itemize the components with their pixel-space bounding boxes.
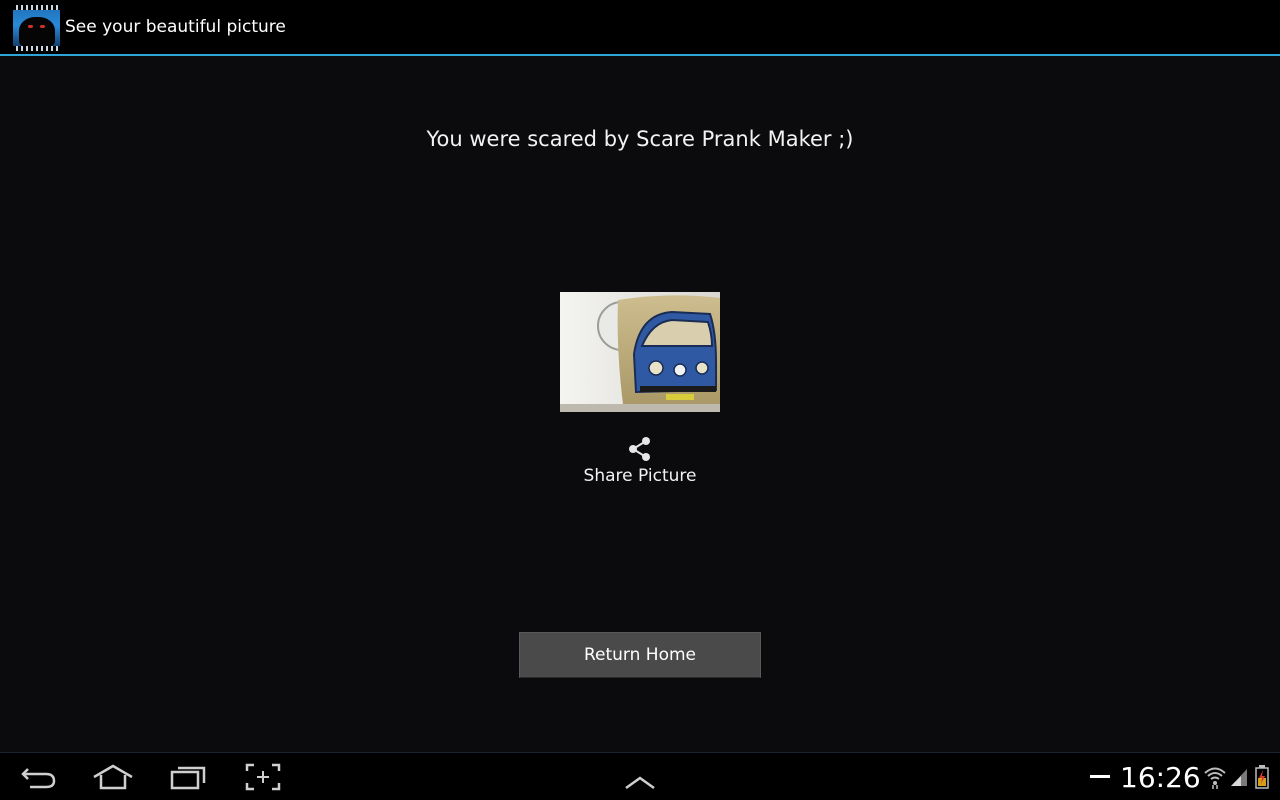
action-bar: See your beautiful picture <box>0 0 1280 56</box>
status-time[interactable]: 16:26 <box>1120 761 1201 794</box>
signal-icon <box>1231 769 1247 786</box>
screenshot-icon[interactable] <box>245 763 281 791</box>
monster-eye-right <box>40 25 45 28</box>
film-strip-top <box>13 5 60 10</box>
monster-eye-left <box>28 25 33 28</box>
home-icon[interactable] <box>92 763 134 791</box>
monster-silhouette <box>19 17 55 47</box>
share-picture-button[interactable]: Share Picture <box>560 436 720 486</box>
return-home-button[interactable]: Return Home <box>519 632 761 678</box>
notification-dash-icon <box>1090 775 1110 778</box>
chevron-up-icon[interactable] <box>624 769 656 797</box>
share-icon <box>629 437 650 461</box>
app-title: See your beautiful picture <box>65 17 286 37</box>
scare-message: You were scared by Scare Prank Maker ;) <box>426 127 854 151</box>
captured-photo <box>560 292 720 412</box>
wifi-icon <box>1204 767 1226 789</box>
screen: See your beautiful picture You were scar… <box>0 0 1280 800</box>
share-picture-label: Share Picture <box>583 466 697 486</box>
photo-image <box>560 292 720 412</box>
system-bar: 16:26 <box>0 752 1280 800</box>
battery-icon <box>1255 765 1269 789</box>
film-strip-bottom <box>13 46 60 51</box>
app-icon[interactable] <box>13 5 60 51</box>
recent-apps-icon[interactable] <box>170 763 206 791</box>
back-icon[interactable] <box>20 763 58 791</box>
